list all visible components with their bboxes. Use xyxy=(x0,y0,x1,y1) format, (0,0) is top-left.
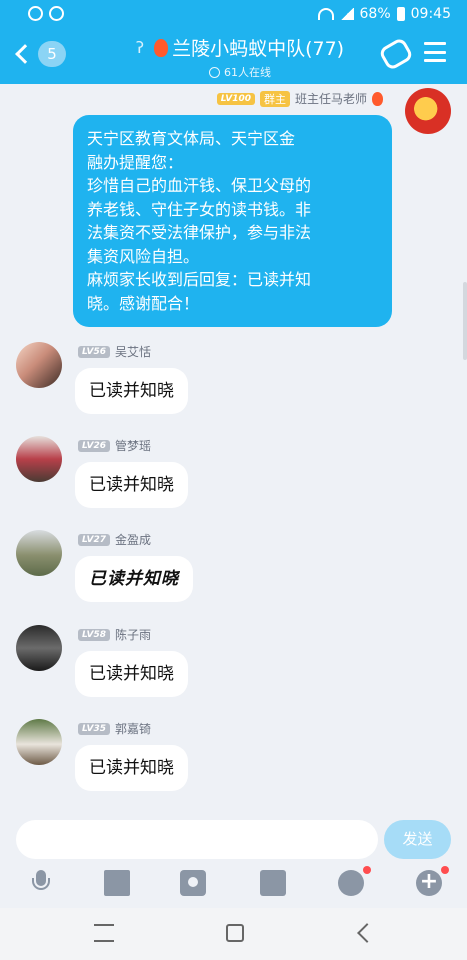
online-icon xyxy=(209,66,220,78)
scrollbar[interactable] xyxy=(463,282,467,360)
home-button[interactable] xyxy=(226,924,244,942)
avatar[interactable] xyxy=(16,625,62,671)
chat-title[interactable]: ʔ 兰陵小蚂蚁中队(77) 61人在线 xyxy=(100,34,380,80)
red-packet-icon[interactable] xyxy=(260,870,286,896)
chevron-left-icon xyxy=(15,44,35,64)
level-badge: LV100 xyxy=(216,92,255,105)
top-bar: 68% 09:45 5 ʔ 兰陵小蚂蚁中队(77) 61人在线 xyxy=(0,0,467,84)
online-count: 61人在线 xyxy=(224,66,271,79)
notification-dot xyxy=(441,866,449,874)
unread-count-badge: 5 xyxy=(38,41,66,67)
sender-name: 班主任马老师 xyxy=(294,92,367,106)
sender-line: LV58 陈子雨 xyxy=(78,626,151,643)
send-button[interactable]: 发送 xyxy=(384,820,451,859)
sender-line: LV26 管梦瑶 xyxy=(78,437,151,454)
notification-dot xyxy=(363,866,371,874)
sender-name: 金盈成 xyxy=(115,533,152,547)
role-badge: 群主 xyxy=(259,90,290,107)
recent-apps-button[interactable] xyxy=(94,924,114,942)
sender-line: LV27 金盈成 xyxy=(78,531,151,548)
level-badge: LV35 xyxy=(78,722,110,735)
level-badge: LV56 xyxy=(78,345,110,358)
message-bubble[interactable]: 已读并知晓 xyxy=(75,745,188,791)
message-bubble[interactable]: 天宁区教育文体局、天宁区金 融办提醒您： 珍惜自己的血汗钱、保卫父母的 养老钱、… xyxy=(73,115,392,327)
earpiece-icon: ʔ xyxy=(135,38,145,57)
avatar[interactable] xyxy=(16,436,62,482)
message-bubble[interactable]: 已读并知晓 xyxy=(75,368,188,414)
emoji-icon[interactable] xyxy=(338,870,364,896)
camera-icon[interactable] xyxy=(180,870,206,896)
message-input[interactable] xyxy=(16,820,378,859)
message-bubble[interactable]: 已读并知晓 xyxy=(75,462,188,508)
fire-icon xyxy=(372,91,383,106)
battery-percent: 68% xyxy=(359,6,391,22)
back-button[interactable]: 5 xyxy=(12,40,66,68)
avatar[interactable] xyxy=(405,88,451,134)
qq-status-icon xyxy=(49,6,64,21)
sender-name: 吴艾恬 xyxy=(115,345,152,359)
status-bar: 68% 09:45 xyxy=(0,0,467,30)
sender-name: 管梦瑶 xyxy=(115,439,152,453)
notification-icon xyxy=(28,6,43,21)
sender-line: LV100 群主 班主任马老师 xyxy=(216,90,383,107)
message-bubble[interactable]: 已读并知晓 xyxy=(75,651,188,697)
image-icon[interactable] xyxy=(104,870,130,896)
microphone-icon[interactable] xyxy=(28,870,54,896)
signal-icon xyxy=(339,8,354,20)
sender-line: LV35 郭嘉锜 xyxy=(78,720,151,737)
sender-line: LV56 吴艾恬 xyxy=(78,343,151,360)
back-nav-button[interactable] xyxy=(357,923,377,943)
menu-icon[interactable] xyxy=(424,42,446,62)
avatar[interactable] xyxy=(16,530,62,576)
avatar[interactable] xyxy=(16,719,62,765)
level-badge: LV58 xyxy=(78,628,110,641)
group-name: 兰陵小蚂蚁中队(77) xyxy=(172,38,345,60)
level-badge: LV26 xyxy=(78,439,110,452)
wifi-icon xyxy=(317,8,334,20)
level-badge: LV27 xyxy=(78,533,110,546)
plus-icon[interactable]: + xyxy=(416,870,442,896)
avatar[interactable] xyxy=(16,342,62,388)
sender-name: 郭嘉锜 xyxy=(115,722,152,736)
fire-icon xyxy=(154,38,169,57)
battery-icon xyxy=(396,7,405,21)
sender-name: 陈子雨 xyxy=(115,628,152,642)
input-area: 发送 + xyxy=(0,808,467,908)
system-nav-bar xyxy=(0,908,467,960)
clock: 09:45 xyxy=(410,6,451,22)
message-bubble[interactable]: 已读并知晓 xyxy=(75,556,193,602)
link-icon[interactable] xyxy=(377,36,415,72)
